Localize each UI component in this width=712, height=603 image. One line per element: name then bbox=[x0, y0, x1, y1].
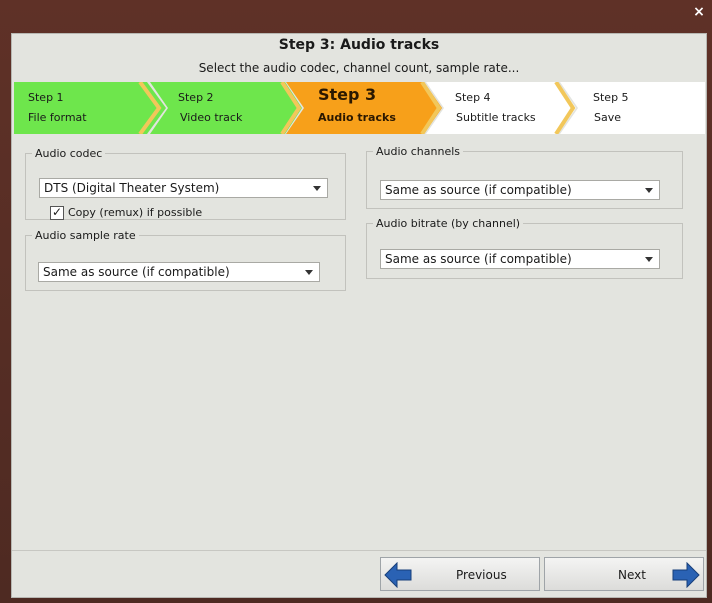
audio-codec-value: DTS (Digital Theater System) bbox=[44, 181, 220, 195]
audio-sample-rate-group: Audio sample rate Same as source (if com… bbox=[25, 229, 346, 291]
chevron-down-icon bbox=[313, 186, 321, 191]
step-2-label: Video track bbox=[180, 111, 243, 124]
audio-codec-legend: Audio codec bbox=[35, 147, 103, 160]
previous-label: Previous bbox=[456, 568, 507, 582]
copy-remux-label: Copy (remux) if possible bbox=[68, 206, 203, 219]
step-5[interactable]: Step 5 Save bbox=[560, 82, 705, 134]
audio-bitrate-group: Audio bitrate (by channel) Same as sourc… bbox=[366, 217, 683, 279]
step-2[interactable]: Step 2 Video track bbox=[150, 82, 302, 134]
audio-channels-value: Same as source (if compatible) bbox=[385, 183, 572, 197]
next-label: Next bbox=[618, 568, 646, 582]
arrow-right-icon bbox=[672, 562, 700, 588]
step-1-label: File format bbox=[28, 111, 87, 124]
wizard-steps: Step 1 File format Step 2 Video track St… bbox=[14, 82, 705, 134]
audio-bitrate-value: Same as source (if compatible) bbox=[385, 252, 572, 266]
step-4-label: Subtitle tracks bbox=[456, 111, 536, 124]
audio-sample-rate-select[interactable]: Same as source (if compatible) bbox=[38, 262, 320, 282]
step-4-shape bbox=[426, 82, 576, 134]
wizard-dialog: Step 3: Audio tracks Select the audio co… bbox=[11, 33, 707, 598]
step-5-shape bbox=[560, 82, 705, 134]
audio-codec-group: Audio codec DTS (Digital Theater System)… bbox=[25, 147, 346, 220]
audio-bitrate-select[interactable]: Same as source (if compatible) bbox=[380, 249, 660, 269]
audio-sample-rate-value: Same as source (if compatible) bbox=[43, 265, 230, 279]
page-title: Step 3: Audio tracks bbox=[278, 37, 440, 53]
audio-channels-legend: Audio channels bbox=[376, 145, 461, 158]
step-5-label: Save bbox=[594, 111, 622, 124]
chevron-down-icon bbox=[645, 257, 653, 262]
step-5-title: Step 5 bbox=[593, 91, 629, 104]
audio-sample-rate-legend: Audio sample rate bbox=[35, 229, 136, 242]
previous-button[interactable]: Previous bbox=[380, 557, 540, 591]
step-2-shape bbox=[150, 82, 302, 134]
step-3-label: Audio tracks bbox=[318, 111, 396, 124]
chevron-down-icon bbox=[305, 270, 313, 275]
close-button[interactable]: × bbox=[692, 5, 706, 19]
window-frame: × Step 3: Audio tracks Select the audio … bbox=[0, 0, 712, 603]
wizard-footer: Previous Next bbox=[12, 550, 706, 597]
chevron-down-icon bbox=[645, 188, 653, 193]
step-4-title: Step 4 bbox=[455, 91, 491, 104]
audio-bitrate-legend: Audio bitrate (by channel) bbox=[376, 217, 521, 230]
next-button[interactable]: Next bbox=[544, 557, 704, 591]
copy-remux-checkbox[interactable]: ✓ bbox=[50, 206, 64, 220]
audio-codec-select[interactable]: DTS (Digital Theater System) bbox=[39, 178, 328, 198]
step-3[interactable]: Step 3 Audio tracks bbox=[286, 82, 442, 134]
step-3-title: Step 3 bbox=[318, 85, 377, 104]
arrow-left-icon bbox=[384, 562, 412, 588]
audio-channels-group: Audio channels Same as source (if compat… bbox=[366, 145, 683, 209]
step-1-title: Step 1 bbox=[28, 91, 64, 104]
page-subtitle: Select the audio codec, channel count, s… bbox=[198, 61, 520, 75]
audio-channels-select[interactable]: Same as source (if compatible) bbox=[380, 180, 660, 200]
copy-remux-row[interactable]: ✓ Copy (remux) if possible bbox=[50, 206, 202, 220]
step-4[interactable]: Step 4 Subtitle tracks bbox=[426, 82, 576, 134]
step-2-title: Step 2 bbox=[178, 91, 214, 104]
